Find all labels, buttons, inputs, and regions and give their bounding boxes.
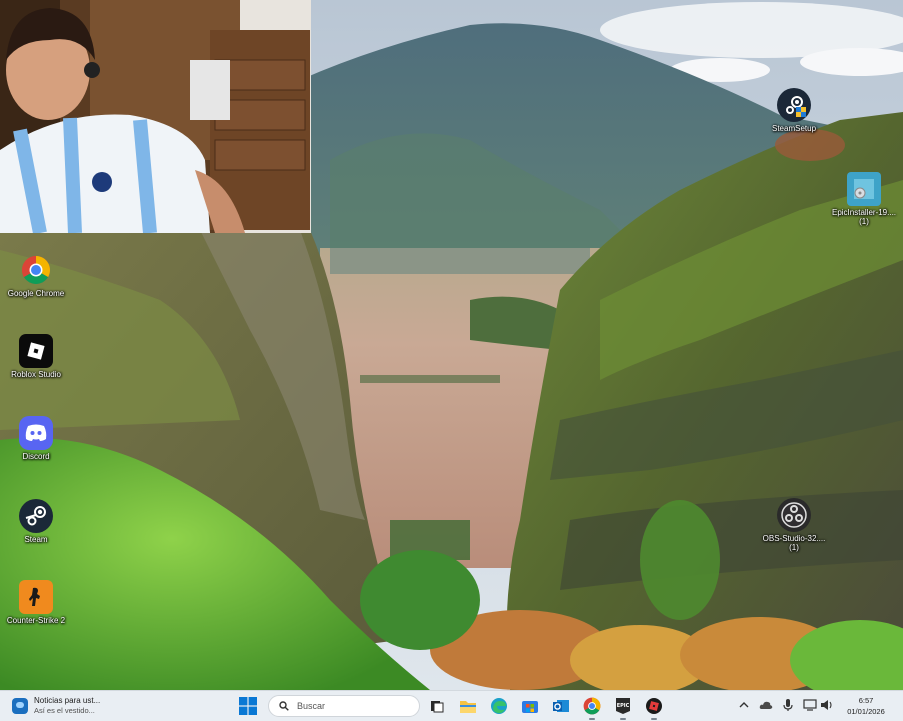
desktop-icon-epic-installer[interactable]: EpicInstaller-19....(1) xyxy=(828,172,900,226)
store-icon xyxy=(522,701,538,713)
chrome-taskbar-button[interactable] xyxy=(582,696,602,720)
microphone-tray-button[interactable] xyxy=(781,698,795,712)
taskbar: Noticias para ust... Así es el vestido..… xyxy=(0,690,903,721)
desktop-icon-label: Roblox Studio xyxy=(11,370,61,379)
news-widget-title: Noticias para ust... xyxy=(34,696,101,705)
steam-setup-icon xyxy=(777,88,811,122)
search-icon xyxy=(279,701,289,711)
onedrive-tray-button[interactable] xyxy=(759,698,773,712)
desktop-icon-google-chrome[interactable]: Google Chrome xyxy=(0,253,72,298)
file-explorer-button[interactable] xyxy=(458,696,478,716)
roblox-taskbar-button[interactable] xyxy=(644,696,664,720)
desktop-icon-label: Discord xyxy=(22,452,50,461)
edge-icon xyxy=(491,698,507,714)
chrome-icon xyxy=(583,697,601,715)
desktop-icon-obs-studio[interactable]: OBS-Studio-32....(1) xyxy=(758,498,830,552)
news-widget-subtitle: Así es el vestido... xyxy=(34,706,95,715)
epic-games-button[interactable]: EPIC xyxy=(613,696,633,720)
task-view-button[interactable] xyxy=(427,696,447,716)
desktop-icon-steam-setup[interactable]: SteamSetup xyxy=(758,88,830,133)
edge-button[interactable] xyxy=(489,696,509,716)
news-widget[interactable]: Noticias para ust... Así es el vestido..… xyxy=(0,696,172,716)
microphone-icon xyxy=(783,699,793,711)
volume-icon xyxy=(821,700,832,710)
counter-strike-2-icon xyxy=(19,580,53,614)
desktop-icon-counter-strike-2[interactable]: Counter-Strike 2 xyxy=(0,580,72,625)
desktop-icon-label: OBS-Studio-32....(1) xyxy=(762,534,826,552)
windows-logo-icon xyxy=(239,697,257,715)
network-tray-button[interactable] xyxy=(803,698,817,712)
store-button[interactable] xyxy=(520,696,540,716)
clock-time: 6:57 xyxy=(858,696,874,705)
task-view-icon xyxy=(431,701,444,713)
desktop-icon-steam[interactable]: Steam xyxy=(0,499,72,544)
taskbar-search[interactable] xyxy=(268,695,420,717)
news-widget-icon xyxy=(12,698,28,714)
show-hidden-icons-button[interactable] xyxy=(737,698,751,712)
onedrive-icon xyxy=(759,701,773,709)
desktop-icon-discord[interactable]: Discord xyxy=(0,416,72,461)
clock-date: 01/01/2026 xyxy=(847,707,885,716)
steam-icon xyxy=(19,499,53,533)
desktop-icon-label: SteamSetup xyxy=(771,124,817,133)
search-input[interactable] xyxy=(295,700,409,712)
svg-text:EPIC: EPIC xyxy=(617,703,630,709)
file-explorer-icon xyxy=(460,701,476,713)
chrome-icon xyxy=(19,253,53,287)
desktop-icon-label: Counter-Strike 2 xyxy=(6,616,66,625)
roblox-studio-icon xyxy=(19,334,53,368)
webcam-overlay xyxy=(0,0,311,233)
system-clock[interactable]: 6:57 01/01/2026 xyxy=(838,695,894,717)
outlook-button[interactable] xyxy=(551,696,571,716)
discord-icon xyxy=(19,416,53,450)
epic-games-icon: EPIC xyxy=(616,698,630,714)
outlook-icon xyxy=(553,700,569,712)
chevron-up-icon xyxy=(739,702,749,708)
desktop-icon-roblox-studio[interactable]: Roblox Studio xyxy=(0,334,72,379)
network-icon xyxy=(803,699,817,711)
start-button[interactable] xyxy=(239,697,257,715)
epic-installer-icon xyxy=(847,172,881,206)
roblox-icon xyxy=(646,698,662,714)
obs-studio-icon xyxy=(777,498,811,532)
volume-tray-button[interactable] xyxy=(820,698,834,712)
desktop-icon-label: Steam xyxy=(24,535,48,544)
desktop-icon-label: EpicInstaller-19....(1) xyxy=(831,208,897,226)
desktop-icon-label: Google Chrome xyxy=(7,289,65,298)
